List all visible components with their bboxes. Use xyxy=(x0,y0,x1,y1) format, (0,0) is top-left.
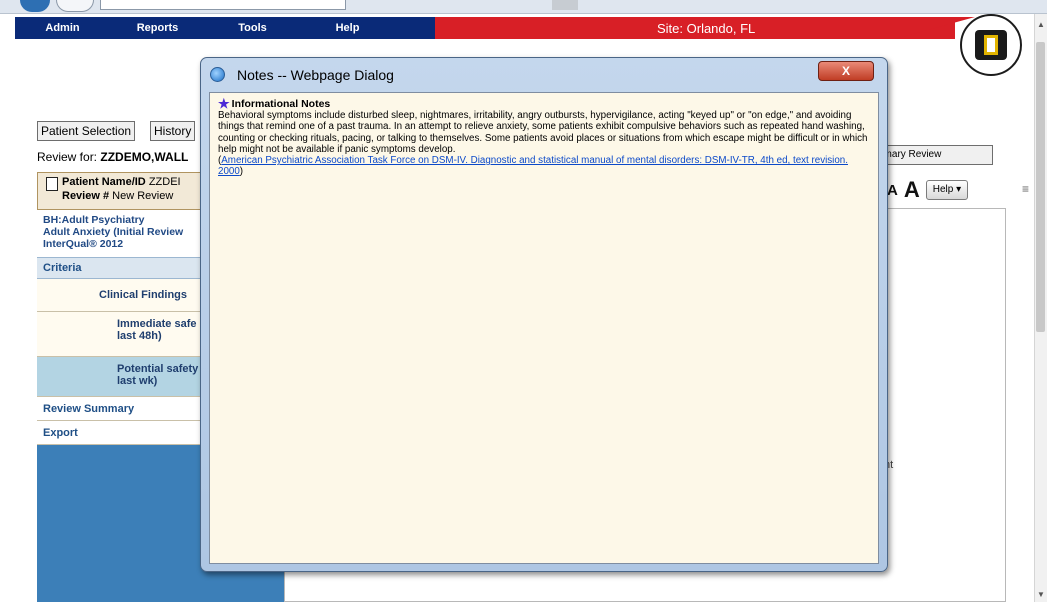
tab-patient-selection[interactable]: Patient Selection xyxy=(37,121,136,141)
browser-logo-icon xyxy=(20,0,50,12)
clipboard-icon xyxy=(46,177,58,191)
review-number-value: New Review xyxy=(112,190,174,202)
app-logo-icon xyxy=(960,14,1022,76)
address-bar[interactable] xyxy=(100,0,346,10)
notes-heading: ★ Informational Notes xyxy=(218,96,870,111)
review-number-line: Review # New Review xyxy=(62,190,173,202)
logo-glyph xyxy=(975,30,1007,60)
help-dropdown-button[interactable]: Help ▾ xyxy=(925,180,969,200)
review-for-value: ZZDEMO,WALL xyxy=(100,150,189,164)
reference-close-paren: ) xyxy=(239,166,244,178)
site-label: Site: Orlando, FL xyxy=(657,21,756,36)
notes-body: Behavioral symptoms include disturbed sl… xyxy=(218,110,868,155)
star-icon: ★ xyxy=(218,96,230,111)
page-scrollbar-thumb[interactable] xyxy=(1036,42,1045,332)
notes-dialog: Notes -- Webpage Dialog X ★ Informationa… xyxy=(200,57,888,572)
browser-tab-fragment[interactable] xyxy=(552,0,578,10)
menu-admin[interactable]: Admin xyxy=(15,17,110,39)
reference-line: (American Psychiatric Association Task F… xyxy=(218,155,870,178)
patient-name-label: Patient Name/ID xyxy=(62,176,146,188)
review-number-label: Review # xyxy=(62,190,110,202)
menu-help[interactable]: Help xyxy=(300,17,395,39)
browser-nav-button[interactable] xyxy=(56,0,94,12)
reference-link[interactable]: American Psychiatric Association Task Fo… xyxy=(218,155,848,177)
menu-tools[interactable]: Tools xyxy=(205,17,300,39)
scroll-down-arrow-icon[interactable]: ▼ xyxy=(1037,590,1045,599)
primary-review-button[interactable]: rimary Review xyxy=(873,145,993,165)
tab-history[interactable]: History xyxy=(150,121,196,141)
patient-name-line: Patient Name/ID ZZDEI xyxy=(62,176,181,188)
splitter-handle-icon[interactable]: ≡ xyxy=(1022,182,1029,196)
internet-explorer-icon xyxy=(210,67,225,82)
font-smaller-button[interactable]: A xyxy=(887,182,898,199)
menu-nav: Admin Reports Tools Help xyxy=(15,17,435,39)
menu-reports[interactable]: Reports xyxy=(110,17,205,39)
dialog-title: Notes -- Webpage Dialog xyxy=(237,67,394,83)
review-for-label: Review for: xyxy=(37,150,98,164)
review-for: Review for: ZZDEMO,WALL xyxy=(37,150,188,164)
text-size-tools: A A Help ▾ xyxy=(878,176,969,204)
dialog-body: ★ Informational Notes Behavioral symptom… xyxy=(209,92,879,564)
font-larger-button[interactable]: A xyxy=(904,177,920,203)
dialog-titlebar[interactable]: Notes -- Webpage Dialog X xyxy=(201,58,887,90)
menu-bar: Admin Reports Tools Help Site: Orlando, … xyxy=(15,17,1025,43)
dialog-close-button[interactable]: X xyxy=(818,61,874,81)
notes-heading-text: Informational Notes xyxy=(231,98,331,110)
scroll-up-arrow-icon[interactable]: ▲ xyxy=(1037,20,1045,29)
browser-toolbar xyxy=(0,0,1047,14)
patient-name-value: ZZDEI xyxy=(148,176,181,188)
